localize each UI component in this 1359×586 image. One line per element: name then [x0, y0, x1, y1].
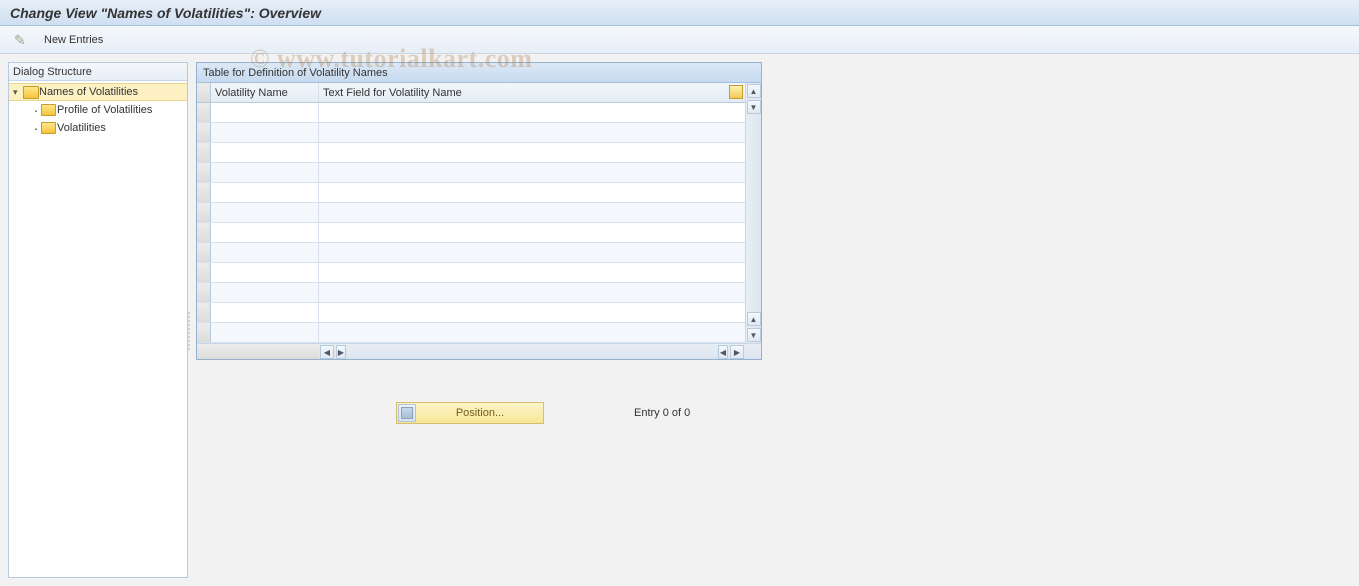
row-selector[interactable]	[197, 203, 211, 222]
row-selector[interactable]	[197, 143, 211, 162]
folder-closed-icon	[41, 103, 55, 117]
cell-volatility-name[interactable]	[215, 284, 318, 302]
table-row	[197, 183, 745, 203]
cell-volatility-name[interactable]	[215, 264, 318, 282]
scroll-up-icon[interactable]	[747, 312, 761, 326]
folder-closed-icon	[41, 121, 55, 135]
table-row	[197, 163, 745, 183]
pencil-icon	[14, 32, 30, 48]
scroll-down-icon[interactable]	[747, 100, 761, 114]
tree-item-profile-of-volatilities[interactable]: Profile of Volatilities	[9, 101, 187, 119]
position-label: Position...	[417, 407, 543, 419]
table-row	[197, 143, 745, 163]
cell-volatility-name[interactable]	[215, 304, 318, 322]
cell-text-field[interactable]	[323, 304, 745, 322]
cell-text-field[interactable]	[323, 144, 745, 162]
row-selector[interactable]	[197, 123, 211, 142]
cell-volatility-name[interactable]	[215, 184, 318, 202]
cell-text-field[interactable]	[323, 264, 745, 282]
vertical-scrollbar[interactable]	[745, 83, 761, 343]
toggle-edit-button[interactable]	[10, 29, 34, 51]
cell-text-field[interactable]	[323, 164, 745, 182]
cell-text-field[interactable]	[323, 184, 745, 202]
tree-label: Profile of Volatilities	[57, 104, 152, 116]
row-selector[interactable]	[197, 223, 211, 242]
row-selector[interactable]	[197, 283, 211, 302]
table-settings-icon[interactable]	[729, 85, 743, 99]
scroll-right-icon[interactable]	[336, 345, 346, 359]
scroll-left-icon[interactable]	[320, 345, 334, 359]
scroll-up-icon[interactable]	[747, 84, 761, 98]
row-selector[interactable]	[197, 163, 211, 182]
scroll-left-icon[interactable]	[718, 345, 728, 359]
cell-volatility-name[interactable]	[215, 244, 318, 262]
row-selector[interactable]	[197, 263, 211, 282]
table-row	[197, 203, 745, 223]
dialog-structure-panel: Dialog Structure Names of Volatilities P…	[8, 62, 188, 578]
tree-label: Volatilities	[57, 122, 106, 134]
cell-volatility-name[interactable]	[215, 104, 318, 122]
scroll-down-icon[interactable]	[747, 328, 761, 342]
cell-text-field[interactable]	[323, 204, 745, 222]
row-selector[interactable]	[197, 303, 211, 322]
row-selector[interactable]	[197, 183, 211, 202]
row-selector[interactable]	[197, 103, 211, 122]
table-row	[197, 263, 745, 283]
tree-item-volatilities[interactable]: Volatilities	[9, 119, 187, 137]
column-header-text-field[interactable]: Text Field for Volatility Name	[319, 83, 745, 102]
cell-text-field[interactable]	[323, 124, 745, 142]
expand-icon[interactable]	[13, 86, 23, 98]
cell-volatility-name[interactable]	[215, 144, 318, 162]
new-entries-button[interactable]: New Entries	[34, 29, 107, 51]
position-icon	[398, 404, 416, 422]
cell-text-field[interactable]	[323, 224, 745, 242]
application-toolbar: New Entries	[0, 26, 1359, 54]
tree-label: Names of Volatilities	[39, 86, 138, 98]
bullet-icon	[31, 104, 41, 116]
tree-item-names-of-volatilities[interactable]: Names of Volatilities	[9, 83, 187, 101]
cell-text-field[interactable]	[323, 324, 745, 342]
cell-volatility-name[interactable]	[215, 164, 318, 182]
table-header-row: Volatility Name Text Field for Volatilit…	[197, 83, 745, 103]
volatility-names-table: Table for Definition of Volatility Names…	[196, 62, 762, 360]
window-title-bar: Change View "Names of Volatilities": Ove…	[0, 0, 1359, 26]
cell-volatility-name[interactable]	[215, 324, 318, 342]
cell-text-field[interactable]	[323, 104, 745, 122]
cell-volatility-name[interactable]	[215, 224, 318, 242]
row-selector[interactable]	[197, 323, 211, 342]
column-header-volatility-name[interactable]: Volatility Name	[211, 83, 319, 102]
table-row	[197, 283, 745, 303]
cell-text-field[interactable]	[323, 284, 745, 302]
cell-volatility-name[interactable]	[215, 204, 318, 222]
row-selector[interactable]	[197, 243, 211, 262]
column-header-label: Text Field for Volatility Name	[323, 87, 462, 99]
new-entries-label: New Entries	[44, 34, 103, 46]
table-row	[197, 303, 745, 323]
window-title: Change View "Names of Volatilities": Ove…	[10, 5, 321, 21]
entry-count-label: Entry 0 of 0	[634, 407, 690, 419]
folder-open-icon	[23, 85, 37, 99]
scroll-right-icon[interactable]	[730, 345, 744, 359]
position-button[interactable]: Position...	[396, 402, 544, 424]
cell-text-field[interactable]	[323, 244, 745, 262]
table-row	[197, 103, 745, 123]
table-row	[197, 123, 745, 143]
horizontal-scrollbar[interactable]	[197, 343, 761, 359]
tree-header: Dialog Structure	[9, 63, 187, 81]
select-all-corner[interactable]	[197, 83, 211, 102]
table-row	[197, 223, 745, 243]
cell-volatility-name[interactable]	[215, 124, 318, 142]
table-row	[197, 243, 745, 263]
bullet-icon	[31, 122, 41, 134]
table-row	[197, 323, 745, 343]
table-title: Table for Definition of Volatility Names	[197, 63, 761, 83]
